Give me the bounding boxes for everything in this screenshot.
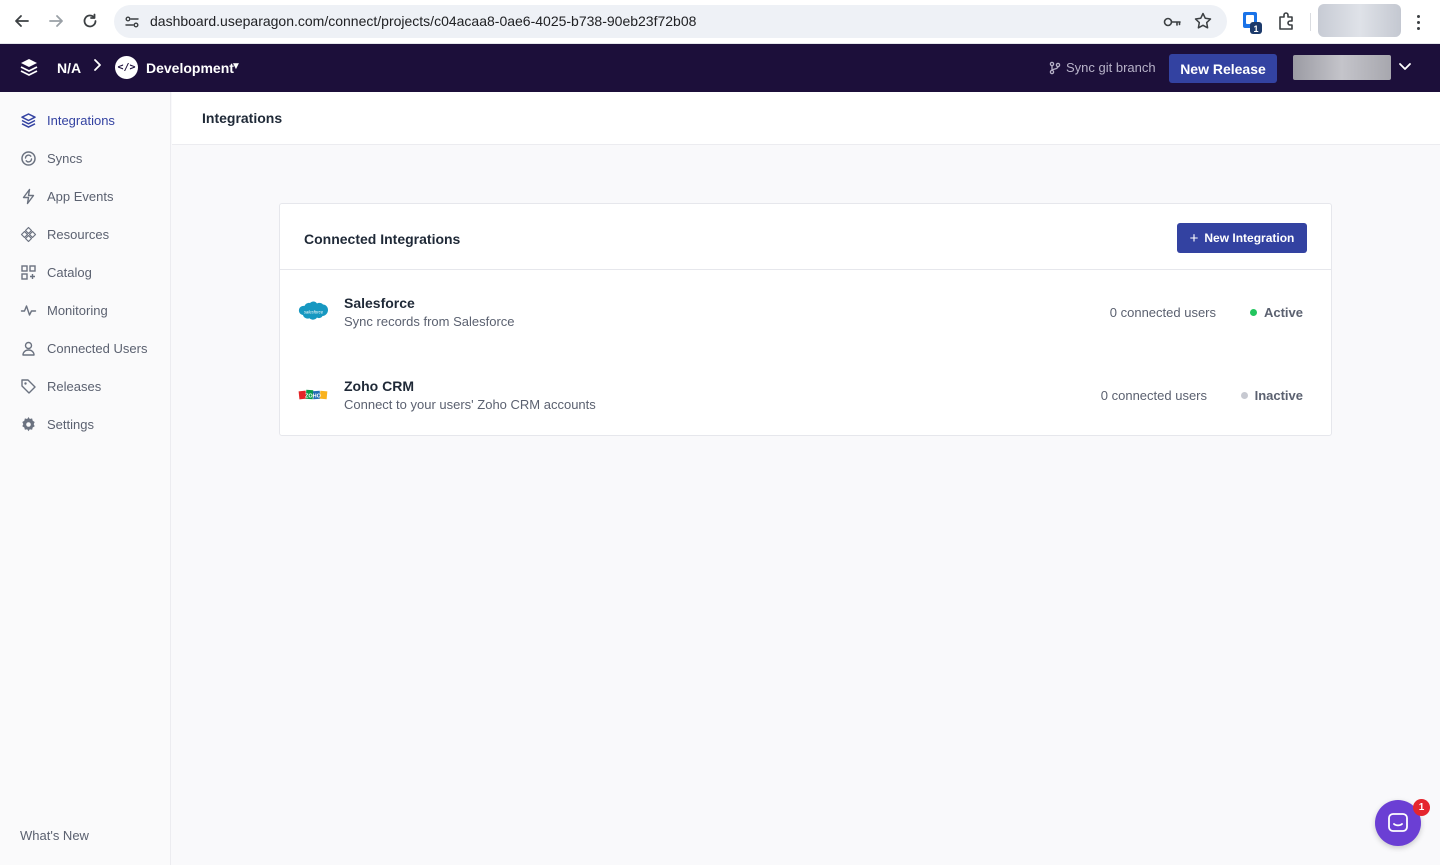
zoho-logo-text: ZOHO: [305, 394, 322, 400]
tag-icon: [20, 378, 37, 395]
sidebar: Integrations Syncs App Events Resources …: [0, 92, 171, 865]
status-label: Inactive: [1254, 388, 1303, 403]
browser-toolbar: dashboard.useparagon.com/connect/project…: [0, 0, 1440, 44]
caret-down-icon[interactable]: ▼: [231, 61, 241, 72]
sidebar-item-integrations[interactable]: Integrations: [0, 103, 171, 137]
sidebar-item-app-events[interactable]: App Events: [0, 179, 171, 213]
sidebar-item-label: Syncs: [47, 150, 83, 166]
sidebar-item-label: App Events: [47, 188, 114, 204]
new-integration-button[interactable]: + New Integration: [1177, 223, 1307, 253]
salesforce-logo-text: salesforce: [304, 310, 324, 315]
sidebar-item-settings[interactable]: Settings: [0, 407, 171, 441]
sidebar-item-label: Connected Users: [47, 340, 148, 356]
sidebar-item-label: Integrations: [47, 112, 115, 128]
extension-badge-count: 1: [1253, 24, 1258, 34]
forward-icon[interactable]: [45, 10, 67, 32]
connected-users-count: 0 connected users: [1109, 305, 1216, 320]
integration-name: Zoho CRM: [344, 378, 414, 394]
browser-menu-icon[interactable]: [1409, 11, 1427, 33]
connected-integrations-card: Connected Integrations + New Integration…: [279, 203, 1332, 436]
integration-row-zoho-crm[interactable]: ZOHO Zoho CRM Connect to your users' Zoh…: [280, 353, 1331, 436]
status-badge: Active: [1249, 305, 1303, 320]
status-badge: Inactive: [1240, 388, 1303, 403]
address-bar[interactable]: dashboard.useparagon.com/connect/project…: [114, 5, 1227, 38]
page-title: Integrations: [202, 110, 283, 126]
bookmark-star-icon[interactable]: [1193, 11, 1213, 31]
integration-description: Connect to your users' Zoho CRM accounts: [344, 397, 596, 412]
git-branch-icon: [1049, 61, 1061, 74]
site-info-icon[interactable]: [122, 12, 142, 32]
sidebar-item-resources[interactable]: Resources: [0, 217, 171, 251]
breadcrumb-chevron-icon: [91, 58, 103, 75]
url-text[interactable]: dashboard.useparagon.com/connect/project…: [150, 13, 696, 29]
key-icon[interactable]: [1162, 12, 1182, 32]
new-release-button[interactable]: New Release: [1169, 54, 1277, 83]
chat-icon: [1388, 813, 1408, 832]
card-title: Connected Integrations: [304, 231, 461, 247]
puzzle-icon[interactable]: [1276, 10, 1298, 32]
sidebar-item-catalog[interactable]: Catalog: [0, 255, 171, 289]
page-header: Integrations: [172, 92, 1440, 145]
code-icon[interactable]: </>: [115, 56, 138, 79]
sync-icon: [20, 150, 37, 167]
sidebar-item-label: Releases: [47, 378, 102, 394]
user-menu[interactable]: [1293, 55, 1391, 80]
status-dot: [1240, 392, 1248, 399]
gear-icon: [20, 416, 37, 433]
resources-icon: [20, 226, 37, 243]
extension-icon[interactable]: 1: [1241, 10, 1263, 34]
environment-selector[interactable]: Development: [146, 60, 234, 76]
connected-users-count: 0 connected users: [1100, 388, 1207, 403]
integration-name: Salesforce: [344, 295, 415, 311]
plus-icon: +: [1189, 229, 1199, 247]
new-integration-label: New Integration: [1204, 231, 1295, 245]
reload-icon[interactable]: [79, 10, 101, 32]
card-header: Connected Integrations + New Integration: [280, 204, 1331, 270]
back-icon[interactable]: [11, 10, 33, 32]
user-icon: [20, 340, 37, 357]
sidebar-item-syncs[interactable]: Syncs: [0, 141, 171, 175]
bolt-icon: [20, 188, 37, 205]
chevron-down-icon[interactable]: [1398, 59, 1412, 73]
paragon-logo-icon[interactable]: [18, 57, 40, 79]
sync-git-label: Sync git branch: [1066, 60, 1156, 75]
zoho-logo-icon: ZOHO: [298, 383, 329, 407]
pulse-icon: [20, 302, 37, 319]
project-breadcrumb[interactable]: N/A: [57, 60, 81, 76]
toolbar-divider: [1310, 13, 1311, 31]
chat-notification-badge: 1: [1413, 799, 1430, 816]
whats-new-link[interactable]: What's New: [20, 828, 89, 843]
profile-avatar[interactable]: [1318, 4, 1401, 37]
integration-row-salesforce[interactable]: salesforce Salesforce Sync records from …: [280, 270, 1331, 353]
salesforce-logo-icon: salesforce: [298, 300, 329, 324]
sidebar-item-label: Catalog: [47, 264, 92, 280]
status-dot: [1249, 309, 1257, 316]
app-top-bar: N/A </> Development ▼ Sync git branch Ne…: [0, 44, 1440, 92]
layers-icon: [20, 112, 37, 129]
sidebar-item-releases[interactable]: Releases: [0, 369, 171, 403]
status-label: Active: [1263, 305, 1303, 320]
sidebar-item-label: Settings: [47, 416, 94, 432]
sync-git-branch-button[interactable]: Sync git branch: [1049, 60, 1156, 75]
sidebar-item-connected-users[interactable]: Connected Users: [0, 331, 171, 365]
catalog-icon: [20, 264, 37, 281]
sidebar-item-label: Monitoring: [47, 302, 108, 318]
integration-description: Sync records from Salesforce: [344, 314, 515, 329]
sidebar-item-label: Resources: [47, 226, 110, 242]
sidebar-item-monitoring[interactable]: Monitoring: [0, 293, 171, 327]
